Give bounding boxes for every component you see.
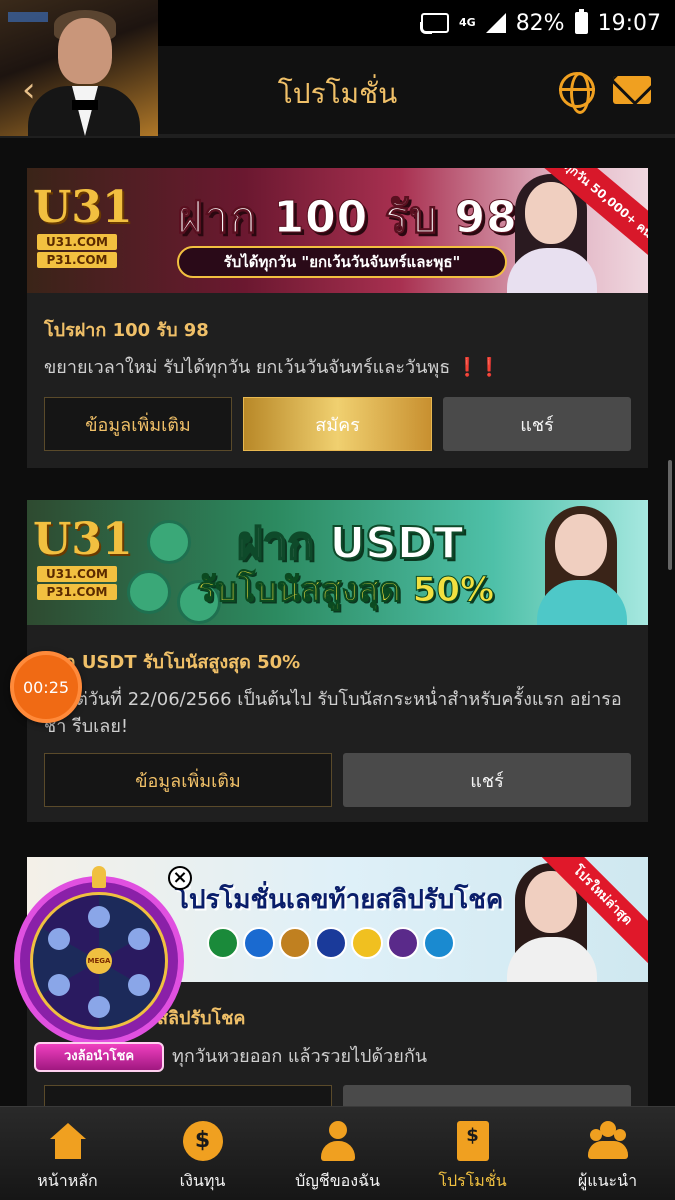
bank-logo-icon — [351, 927, 383, 959]
banner-headline: โปรโมชั่นเลขท้ายสลิปรับโชค — [175, 885, 504, 915]
promo-card: U31 U31.COM P31.COM ฝาก 100 รับ 98 รับได… — [27, 168, 648, 468]
bank-logo-icon — [315, 927, 347, 959]
logo-text: U31 — [33, 182, 133, 233]
nav-label: หน้าหลัก — [37, 1171, 98, 1190]
join-button[interactable]: สมัคร — [243, 397, 432, 451]
referral-icon — [587, 1121, 628, 1161]
presenter-face — [58, 18, 112, 84]
wheel-prize-icon — [128, 928, 150, 950]
presenter-bowtie — [72, 100, 98, 110]
coin-graphic — [127, 570, 171, 614]
nav-item-promotions[interactable]: โปรโมชั่น — [405, 1107, 540, 1200]
network-type: 4G — [459, 16, 476, 29]
u31-logo: U31 U31.COM P31.COM — [33, 514, 133, 606]
promotion-icon — [456, 1121, 489, 1161]
coin-icon: $ — [182, 1121, 223, 1161]
share-button[interactable]: แชร์ — [343, 753, 631, 807]
wheel-pointer-icon — [92, 866, 106, 888]
wheel-prize-icon — [48, 974, 70, 996]
model-face — [555, 514, 607, 576]
promo-description: ทุกวันหวยออก แล้วรวยไปด้วยกัน — [172, 1046, 428, 1067]
close-icon[interactable]: × — [168, 866, 192, 890]
battery-percent: 82% — [515, 10, 565, 36]
status-icons: 4G 82% 19:07 — [420, 0, 661, 46]
wheel-prize-icon — [88, 996, 110, 1018]
nav-label: เงินทุน — [179, 1171, 226, 1190]
signal-icon — [485, 13, 506, 33]
scrollbar-thumb[interactable] — [668, 460, 672, 570]
promo-banner[interactable]: U31 U31.COM P31.COM ฝาก 100 รับ 98 รับได… — [27, 168, 648, 293]
bank-logo-icon — [279, 927, 311, 959]
coin-graphic — [147, 520, 191, 564]
promo-description: ตั้งแต่วันที่ 22/06/2566 เป็นต้นไป รับโบ… — [44, 689, 622, 737]
promo-title: โปรฝาก 100 รับ 98 — [44, 320, 209, 341]
banner-headline: ฝาก 100 รับ 98 — [177, 192, 518, 244]
nav-item-home[interactable]: หน้าหลัก — [0, 1107, 135, 1200]
promo-card: U31 U31.COM P31.COM ฝาก USDT รับโบนัสสูง… — [27, 500, 648, 822]
promo-description: ขยายเวลาใหม่ รับได้ทุกวัน ยกเว้นวันจันทร… — [44, 354, 634, 381]
overlay-app-bar — [8, 12, 48, 22]
bank-logo-icon — [243, 927, 275, 959]
more-info-button[interactable]: ข้อมูลเพิ่มเติม — [44, 397, 232, 451]
promo-title: ฝาก USDT รับโบนัสสูงสุด 50% — [44, 652, 301, 673]
lucky-wheel-label[interactable]: วงล้อนำโชค — [34, 1042, 164, 1072]
user-icon — [318, 1121, 358, 1161]
nav-label: บัญชีของฉัน — [295, 1171, 380, 1190]
home-icon — [48, 1121, 88, 1161]
banner-subline: รับได้ทุกวัน "ยกเว้นวันจันทร์และพุธ" — [177, 246, 507, 278]
video-overlay-thumbnail[interactable]: ‹ — [0, 0, 158, 136]
battery-icon — [574, 9, 588, 34]
model-face — [525, 182, 577, 244]
nav-label: โปรโมชั่น — [438, 1171, 507, 1190]
logo-domain: P31.COM — [37, 252, 117, 268]
cast-icon — [420, 13, 449, 34]
bank-logo-icon — [387, 927, 419, 959]
wheel-hub: MEGA — [86, 948, 112, 974]
logo-domain: U31.COM — [37, 234, 117, 250]
u31-logo: U31 U31.COM P31.COM — [33, 182, 133, 274]
language-globe-icon[interactable] — [559, 72, 595, 114]
nav-item-referral[interactable]: ผู้แนะนำ — [540, 1107, 675, 1200]
banner-model-image — [527, 500, 637, 625]
promo-banner[interactable]: U31 U31.COM P31.COM ฝาก USDT รับโบนัสสูง… — [27, 500, 648, 625]
countdown-timer-bubble[interactable]: 00:25 — [10, 651, 82, 723]
wheel-prize-icon — [88, 906, 110, 928]
mail-icon[interactable] — [613, 76, 651, 104]
bottom-navigation: หน้าหลัก $ เงินทุน บัญชีของฉัน โปรโมชั่น… — [0, 1106, 675, 1200]
banner-subline: รับโบนัสสูงสุด 50% — [196, 570, 495, 611]
logo-text: U31 — [33, 514, 133, 565]
exclamation-icon: ❗❗ — [455, 357, 501, 378]
wheel-prize-icon — [48, 928, 70, 950]
logo-domain: P31.COM — [37, 584, 117, 600]
wheel-prize-icon — [128, 974, 150, 996]
more-info-button[interactable]: ข้อมูลเพิ่มเติม — [44, 753, 332, 807]
bank-logo-icon — [423, 927, 455, 959]
nav-item-account[interactable]: บัญชีของฉัน — [270, 1107, 405, 1200]
clock: 19:07 — [597, 10, 661, 36]
nav-item-funds[interactable]: $ เงินทุน — [135, 1107, 270, 1200]
chevron-left-icon: ‹ — [22, 70, 36, 110]
promo-description-text: ขยายเวลาใหม่ รับได้ทุกวัน ยกเว้นวันจันทร… — [44, 357, 451, 378]
share-button[interactable]: แชร์ — [443, 397, 631, 451]
lucky-wheel-widget[interactable]: MEGA × วงล้อนำโชค — [14, 866, 192, 1080]
nav-label: ผู้แนะนำ — [577, 1171, 638, 1190]
logo-domain: U31.COM — [37, 566, 117, 582]
bank-logo-icon — [207, 927, 239, 959]
